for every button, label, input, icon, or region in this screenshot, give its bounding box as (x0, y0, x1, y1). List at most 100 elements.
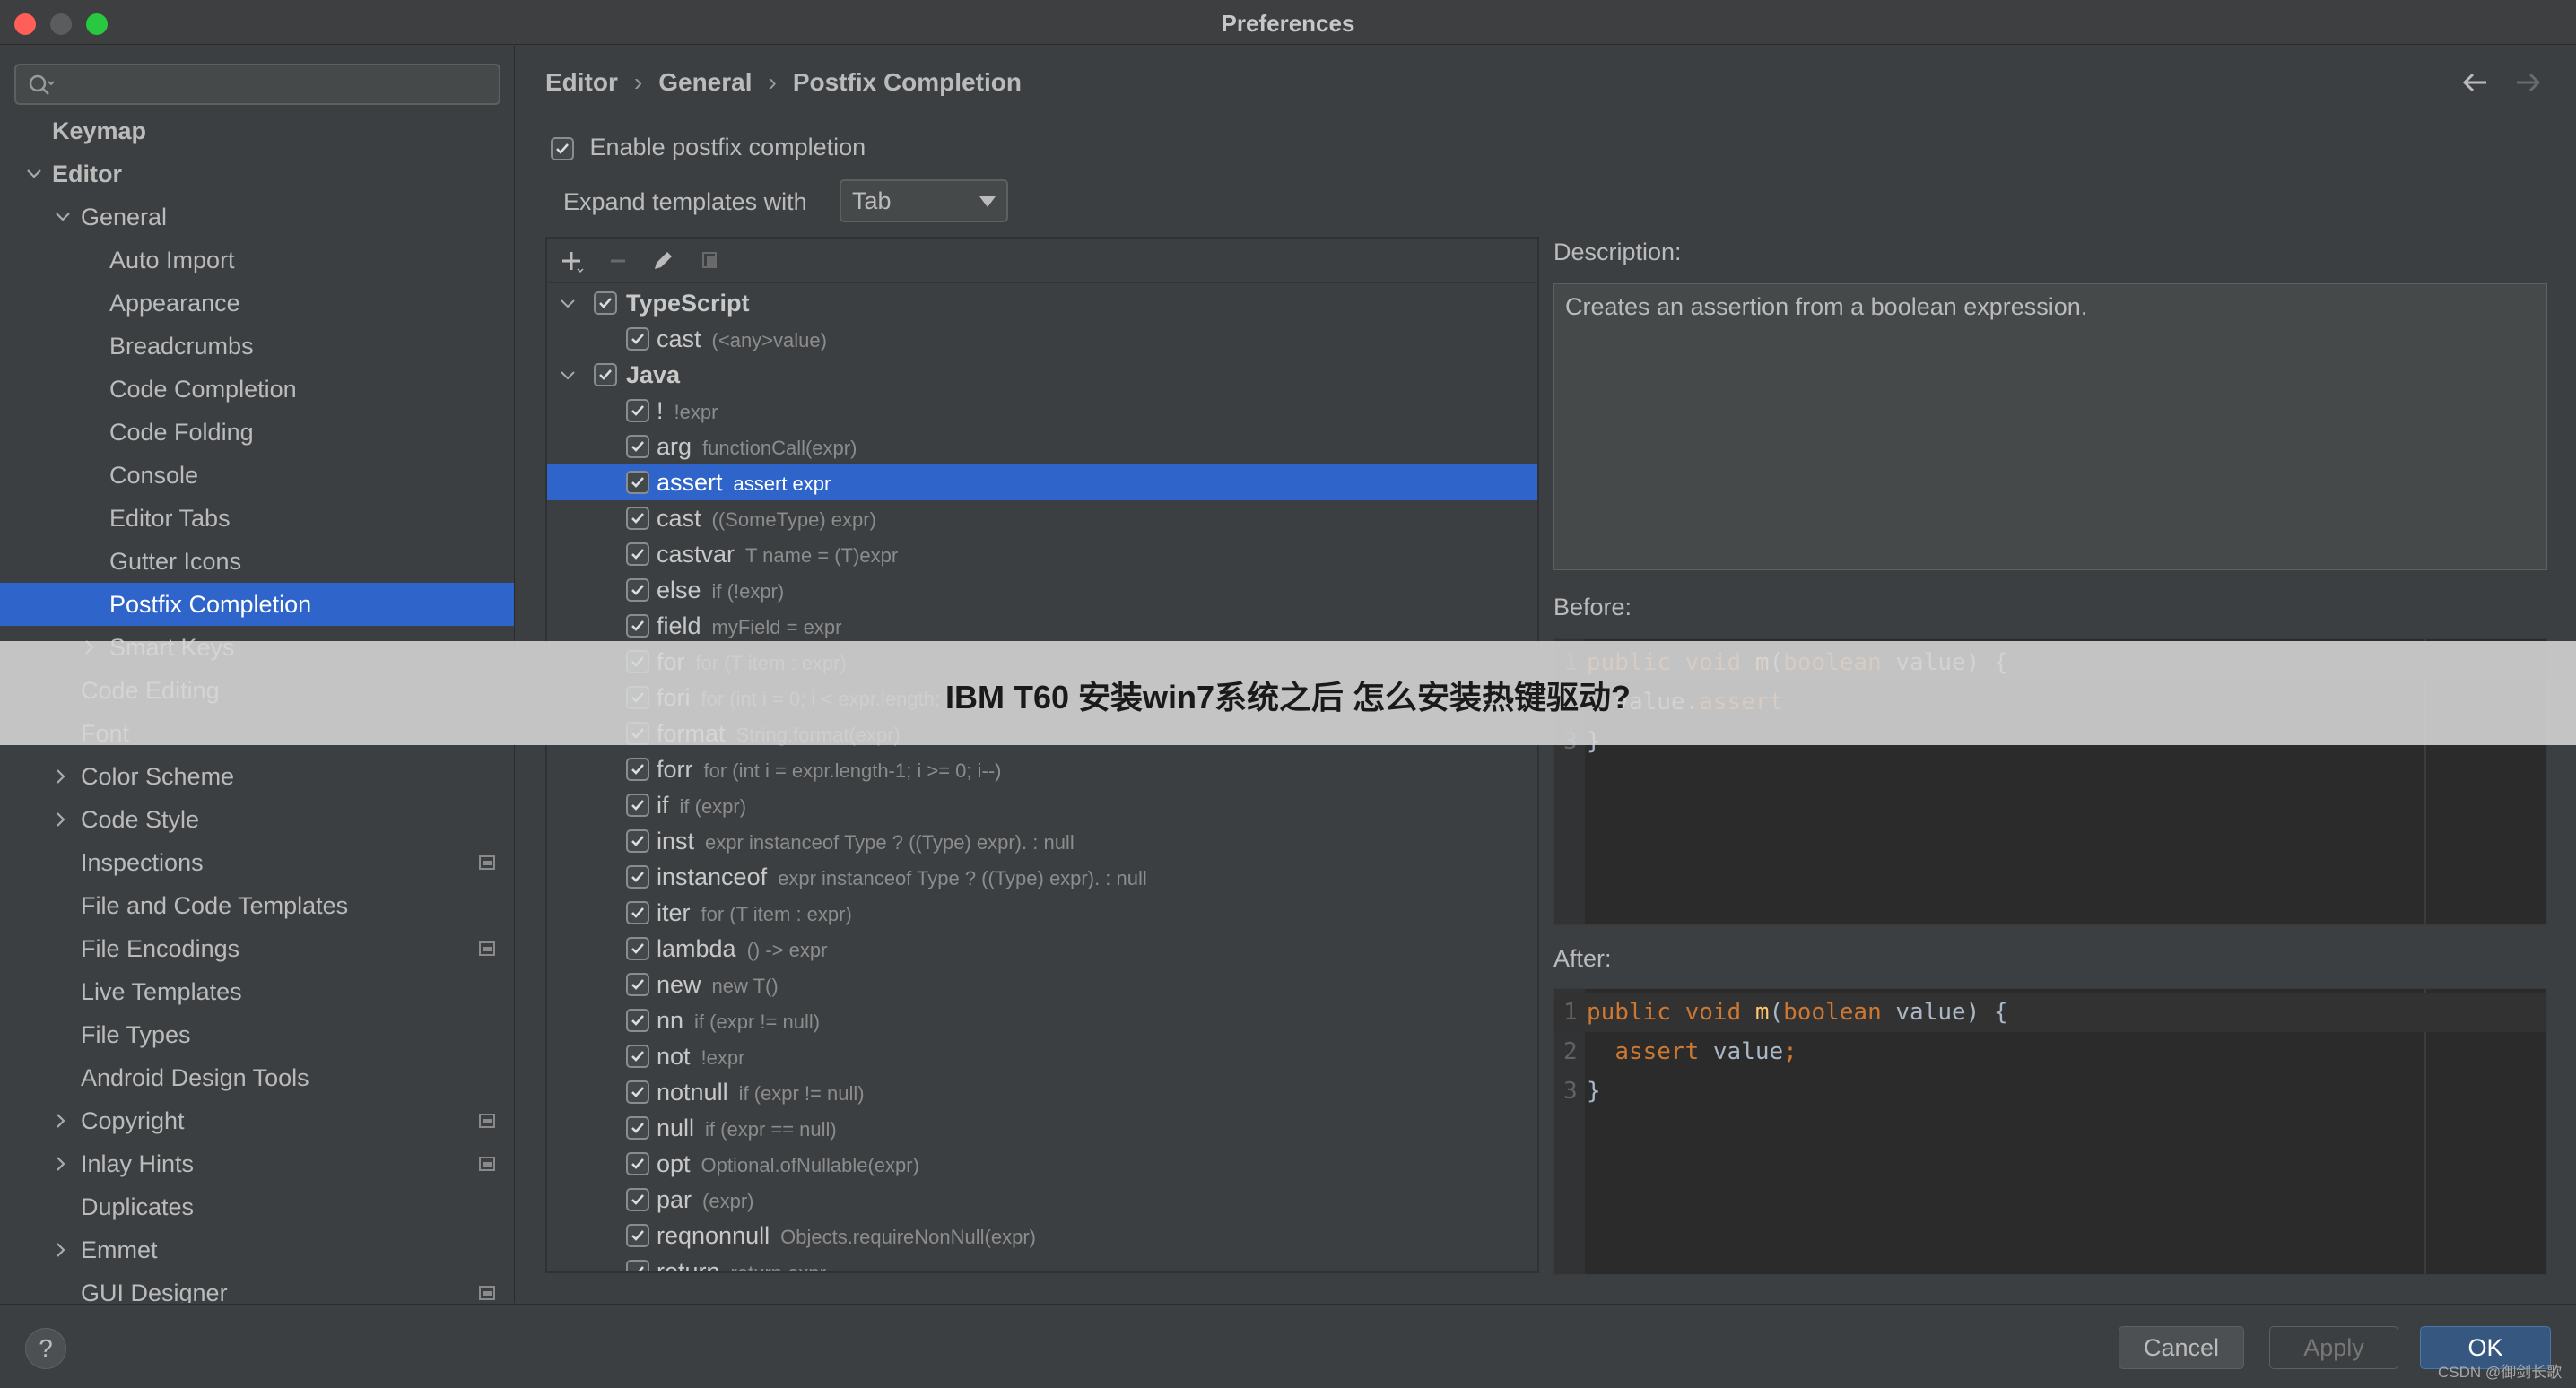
remove-icon[interactable] (605, 247, 631, 274)
sidebar-item[interactable]: Inspections (0, 841, 514, 884)
template-checkbox[interactable] (626, 1045, 649, 1068)
sidebar-item[interactable]: GUI Designer (0, 1271, 514, 1303)
template-checkbox[interactable] (626, 937, 649, 960)
sidebar-item[interactable]: General (0, 195, 514, 239)
template-checkbox[interactable] (626, 1009, 649, 1032)
template-checkbox[interactable] (626, 1224, 649, 1247)
enable-postfix-checkbox[interactable] (551, 136, 574, 160)
apply-button[interactable]: Apply (2269, 1326, 2398, 1369)
sidebar-item[interactable]: File and Code Templates (0, 884, 514, 927)
sidebar-item[interactable]: Editor (0, 152, 514, 195)
add-icon[interactable] (558, 247, 585, 274)
project-settings-icon (479, 1286, 495, 1300)
template-checkbox[interactable] (626, 1116, 649, 1140)
template-checkbox[interactable] (626, 1260, 649, 1271)
sidebar-item[interactable]: Color Scheme (0, 755, 514, 798)
template-row[interactable]: cast ((SomeType) expr) (547, 500, 1537, 536)
expand-templates-select[interactable]: Tab (840, 179, 1008, 222)
template-row[interactable]: iter for (T item : expr) (547, 895, 1537, 931)
template-row[interactable]: par (expr) (547, 1182, 1537, 1218)
template-row[interactable]: castvar T name = (T)expr (547, 536, 1537, 572)
copy-icon[interactable] (696, 247, 723, 274)
template-checkbox[interactable] (626, 471, 649, 494)
template-checkbox[interactable] (626, 865, 649, 889)
template-row[interactable]: new new T() (547, 967, 1537, 1002)
sidebar-item[interactable]: Live Templates (0, 970, 514, 1013)
chevron-down-icon[interactable] (560, 296, 576, 312)
template-row[interactable]: ! !expr (547, 393, 1537, 429)
template-checkbox[interactable] (626, 1152, 649, 1175)
sidebar-item[interactable]: Duplicates (0, 1185, 514, 1228)
chevron-right-icon[interactable] (52, 1155, 70, 1173)
template-checkbox[interactable] (626, 399, 649, 422)
sidebar-item[interactable]: Postfix Completion (0, 583, 514, 626)
template-checkbox[interactable] (626, 327, 649, 351)
chevron-right-icon[interactable] (52, 811, 70, 828)
template-row[interactable]: field myField = expr (547, 608, 1537, 644)
template-row[interactable]: null if (expr == null) (547, 1110, 1537, 1146)
template-checkbox[interactable] (626, 542, 649, 566)
template-row[interactable]: lambda () -> expr (547, 931, 1537, 967)
chevron-down-icon[interactable] (54, 208, 72, 226)
template-checkbox[interactable] (626, 758, 649, 781)
template-row[interactable]: arg functionCall(expr) (547, 429, 1537, 464)
edit-pencil-icon[interactable] (649, 247, 676, 274)
template-checkbox[interactable] (626, 1188, 649, 1211)
sidebar-item[interactable]: Appearance (0, 282, 514, 325)
template-row[interactable]: reqnonnull Objects.requireNonNull(expr) (547, 1218, 1537, 1254)
chevron-right-icon[interactable] (52, 768, 70, 785)
sidebar-item[interactable]: Android Design Tools (0, 1056, 514, 1099)
template-checkbox[interactable] (594, 291, 617, 315)
template-checkbox[interactable] (626, 901, 649, 924)
sidebar-item[interactable]: Console (0, 454, 514, 497)
template-row[interactable]: cast (<any>value) (547, 321, 1537, 357)
chevron-right-icon[interactable] (52, 1112, 70, 1130)
template-row[interactable]: nn if (expr != null) (547, 1002, 1537, 1038)
sidebar-item[interactable]: Code Completion (0, 368, 514, 411)
template-row[interactable]: not !expr (547, 1038, 1537, 1074)
sidebar-item[interactable]: Copyright (0, 1099, 514, 1142)
template-checkbox[interactable] (594, 363, 617, 386)
chevron-down-icon[interactable] (25, 165, 43, 183)
template-row[interactable]: forr for (int i = expr.length-1; i >= 0; … (547, 751, 1537, 787)
template-row[interactable]: if if (expr) (547, 787, 1537, 823)
help-button[interactable]: ? (25, 1328, 66, 1369)
enable-postfix-row[interactable]: Enable postfix completion (551, 131, 866, 163)
settings-search-input[interactable] (14, 64, 500, 105)
template-row[interactable]: else if (!expr) (547, 572, 1537, 608)
template-checkbox[interactable] (626, 614, 649, 638)
sidebar-item[interactable]: Code Style (0, 798, 514, 841)
sidebar-item[interactable]: Emmet (0, 1228, 514, 1271)
template-checkbox[interactable] (626, 794, 649, 817)
template-group-row[interactable]: Java (547, 357, 1537, 393)
template-row[interactable]: return return expr (547, 1254, 1537, 1271)
chevron-down-icon[interactable] (560, 368, 576, 384)
sidebar-item[interactable]: File Encodings (0, 927, 514, 970)
back-arrow-icon[interactable] (2461, 68, 2490, 97)
chevron-right-icon[interactable] (52, 1241, 70, 1259)
sidebar-item[interactable]: Editor Tabs (0, 497, 514, 540)
template-checkbox[interactable] (626, 973, 649, 996)
breadcrumb-general[interactable]: General (658, 68, 752, 96)
template-row[interactable]: opt Optional.ofNullable(expr) (547, 1146, 1537, 1182)
template-checkbox[interactable] (626, 1080, 649, 1104)
template-group-row[interactable]: TypeScript (547, 285, 1537, 321)
breadcrumb-editor[interactable]: Editor (545, 68, 618, 96)
sidebar-item[interactable]: Breadcrumbs (0, 325, 514, 368)
template-checkbox[interactable] (626, 578, 649, 602)
template-checkbox[interactable] (626, 507, 649, 530)
template-row[interactable]: inst expr instanceof Type ? ((Type) expr)… (547, 823, 1537, 859)
template-row[interactable]: instanceof expr instanceof Type ? ((Type)… (547, 859, 1537, 895)
sidebar-item[interactable]: Auto Import (0, 239, 514, 282)
sidebar-item[interactable]: Keymap (0, 109, 514, 152)
sidebar-item[interactable]: Gutter Icons (0, 540, 514, 583)
template-checkbox[interactable] (626, 435, 649, 458)
sidebar-item[interactable]: File Types (0, 1013, 514, 1056)
cancel-button[interactable]: Cancel (2119, 1326, 2244, 1369)
template-row[interactable]: assert assert expr (547, 464, 1537, 500)
forward-arrow-icon[interactable] (2513, 68, 2542, 97)
sidebar-item[interactable]: Code Folding (0, 411, 514, 454)
sidebar-item[interactable]: Inlay Hints (0, 1142, 514, 1185)
template-row[interactable]: notnull if (expr != null) (547, 1074, 1537, 1110)
template-checkbox[interactable] (626, 829, 649, 853)
